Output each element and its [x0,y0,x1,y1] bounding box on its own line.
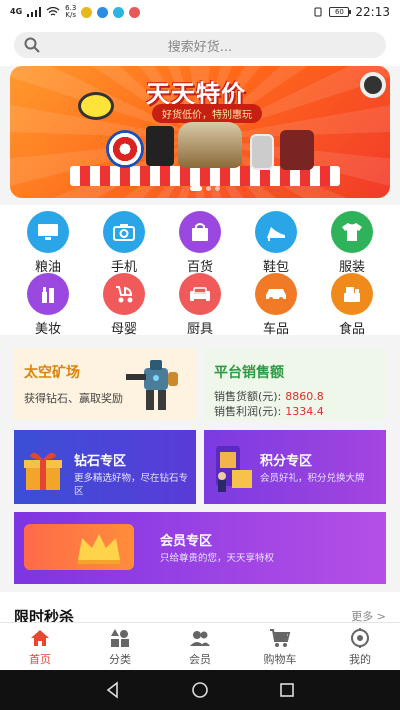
network-indicator: 4G [10,7,23,16]
camera-icon [103,211,145,253]
tab-member[interactable]: 会员 [160,623,240,670]
points-zone-desc: 会员好礼，积分兑换大牌 [260,473,365,484]
cosmetics-icon [27,273,69,315]
points-zone-card[interactable]: 积分专区 会员好礼，积分兑换大牌 [204,430,386,504]
tab-category[interactable]: 分类 [80,623,160,670]
space-mine-subtitle: 获得钻石、赢取奖励 [24,392,123,405]
gift-box-icon [24,452,62,490]
home-icon [31,629,49,646]
scooter-product-image [146,126,174,166]
category-item[interactable]: 百货 [170,211,230,275]
search-icon [24,37,40,53]
robot-product-image [78,92,114,120]
diamond-zone-desc: 更多精选好物，尽在钻石专区 [74,473,189,497]
sales-amount-row: 销售货额(元): 8860.8 [214,390,324,403]
sales-title: 平台销售额 [214,365,284,381]
search-placeholder: 搜索好货... [167,39,233,55]
clock: 22:13 [355,5,390,19]
network-speed: 6.3 K/s [65,4,77,19]
category-item[interactable]: 食品 [322,273,382,337]
category-item[interactable]: 服装 [322,211,382,275]
sofa-icon [179,273,221,315]
promo-banner[interactable]: 天天特价 好货低价，特别惠玩 [10,66,390,198]
sales-profit-row: 销售利润(元): 1334.4 [214,405,324,418]
category-item[interactable]: 车品 [246,273,306,337]
signal-icon [27,7,42,17]
robot-icon [126,360,178,410]
system-navigation-bar [0,670,400,710]
space-mine-card[interactable]: 太空矿场 获得钻石、赢取奖励 [14,348,196,420]
wifi-icon [46,7,60,16]
member-icon [190,630,210,646]
category-item[interactable]: 鞋包 [246,211,306,275]
chair-product-image [280,130,314,170]
diamond-zone-card[interactable]: 钻石专区 更多精选好物，尽在钻石专区 [14,430,196,504]
notification-app-icon [81,6,93,18]
category-icon [111,628,129,647]
camera-product-image [360,72,386,98]
stroller-icon [103,273,145,315]
tshirt-icon [331,211,373,253]
flash-sale-section: 限时秒杀 更多 > [0,592,400,626]
notification-app-icon [129,6,141,18]
recents-icon[interactable] [278,681,296,699]
battery-icon: 60 [329,7,352,17]
monitor-icon [27,211,69,253]
category-item[interactable]: 母婴 [94,273,154,337]
sales-stats-card: 平台销售额 销售货额(元): 8860.8 销售利润(元): 1334.4 [204,348,386,420]
notification-app-icon [113,6,125,18]
category-item[interactable]: 厨具 [170,273,230,337]
notification-app-icon [97,6,109,18]
shopping-person-icon [216,446,252,492]
shield-product-image [106,130,144,168]
search-input[interactable]: 搜索好货... [14,32,386,58]
search-bar-container: 搜索好货... [0,24,400,66]
home-circle-icon[interactable] [191,681,209,699]
member-zone-card[interactable]: 会员专区 只给尊贵的您，天天享特权 [14,512,386,584]
tab-home[interactable]: 首页 [0,623,80,670]
banner-pagination[interactable] [190,186,220,191]
tab-profile[interactable]: 我的 [320,623,400,670]
profile-icon [351,627,369,648]
shopping-bag-icon [179,211,221,253]
member-zone-desc: 只给尊贵的您，天天享特权 [160,553,275,564]
category-grid: 粮油 手机 百货 鞋包 服装 美妆 母婴 厨具 车品 食品 [0,205,400,337]
bottom-tab-bar: 首页 分类 会员 购物车 我的 [0,622,400,670]
crown-icon [78,534,120,564]
high-heel-icon [255,211,297,253]
status-bar: 4G 6.3 K/s 60 22:13 [0,0,400,24]
category-item[interactable]: 粮油 [18,211,78,275]
member-zone-title: 会员专区 [160,534,213,549]
rice-cooker-product-image [178,122,242,168]
vibrate-icon [314,7,322,17]
phone-product-image [250,134,274,170]
space-mine-title: 太空矿场 [24,365,80,381]
food-icon [331,273,373,315]
back-icon[interactable] [104,681,122,699]
category-item[interactable]: 美妆 [18,273,78,337]
car-icon [255,273,297,315]
diamond-zone-title: 钻石专区 [74,454,127,469]
points-zone-title: 积分专区 [260,454,313,469]
banner-tagline: 好货低价，特别惠玩 [152,104,262,123]
tab-cart[interactable]: 购物车 [240,623,320,670]
category-item[interactable]: 手机 [94,211,154,275]
cart-icon [270,628,291,647]
